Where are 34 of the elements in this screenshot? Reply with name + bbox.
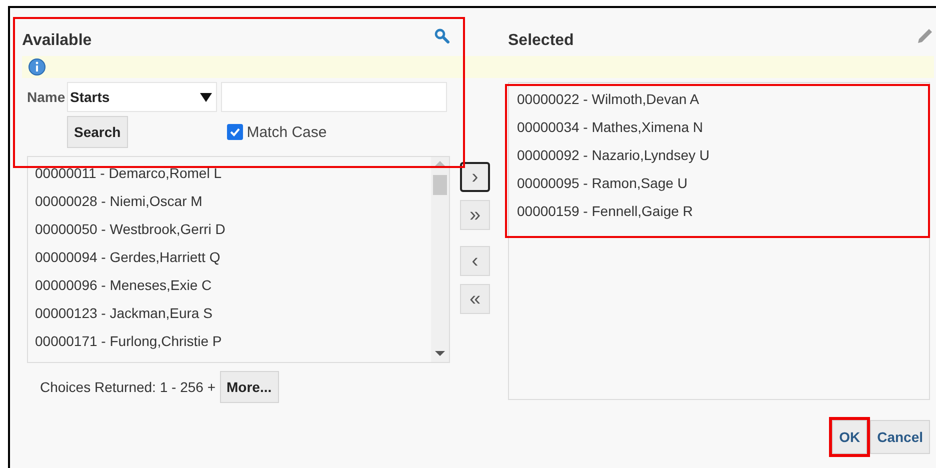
name-label: Name: [27, 89, 66, 105]
choices-returned-text: Choices Returned: 1 - 256 +: [40, 379, 216, 395]
operator-dropdown[interactable]: Starts: [67, 82, 217, 112]
cancel-button[interactable]: Cancel: [870, 420, 930, 454]
more-button[interactable]: More...: [220, 371, 279, 403]
list-item[interactable]: 00000022 - Wilmoth,Devan A: [517, 85, 929, 113]
search-icon[interactable]: [434, 28, 450, 44]
list-item[interactable]: 00000094 - Gerdes,Harriett Q: [35, 243, 431, 271]
checkmark-icon: [228, 126, 241, 138]
pencil-icon[interactable]: [915, 26, 935, 46]
list-item[interactable]: 00000096 - Meneses,Exie C: [35, 271, 431, 299]
list-item[interactable]: 00000050 - Westbrook,Gerri D: [35, 215, 431, 243]
list-item[interactable]: 00000123 - Jackman,Eura S: [35, 299, 431, 327]
list-item[interactable]: 00000095 - Ramon,Sage U: [517, 169, 929, 197]
match-case-checkbox[interactable]: [226, 124, 243, 140]
list-item[interactable]: 00000028 - Niemi,Oscar M: [35, 187, 431, 215]
caret-icon: [200, 92, 212, 102]
list-item[interactable]: 00000171 - Furlong,Christie P: [35, 327, 431, 355]
remove-all-button[interactable]: «: [460, 284, 490, 314]
info-icon: [28, 58, 46, 76]
match-case-label: Match Case: [246, 124, 327, 140]
selected-title: Selected: [508, 32, 574, 50]
scrollbar[interactable]: [431, 157, 449, 362]
list-item[interactable]: 00000011 - Demarco,Romel L: [35, 159, 431, 187]
available-title: Available: [22, 32, 92, 50]
list-item[interactable]: 00000092 - Nazario,Lyndsey U: [517, 141, 929, 169]
move-all-button[interactable]: »: [460, 200, 490, 230]
list-item[interactable]: 00000034 - Mathes,Ximena N: [517, 113, 929, 141]
list-item[interactable]: 00000159 - Fennell,Gaige R: [517, 197, 929, 225]
remove-button[interactable]: ‹: [460, 246, 490, 276]
name-input-field[interactable]: [221, 82, 447, 112]
move-button[interactable]: ›: [460, 162, 490, 192]
ok-button[interactable]: OK: [832, 420, 868, 454]
search-button[interactable]: Search: [67, 116, 128, 148]
